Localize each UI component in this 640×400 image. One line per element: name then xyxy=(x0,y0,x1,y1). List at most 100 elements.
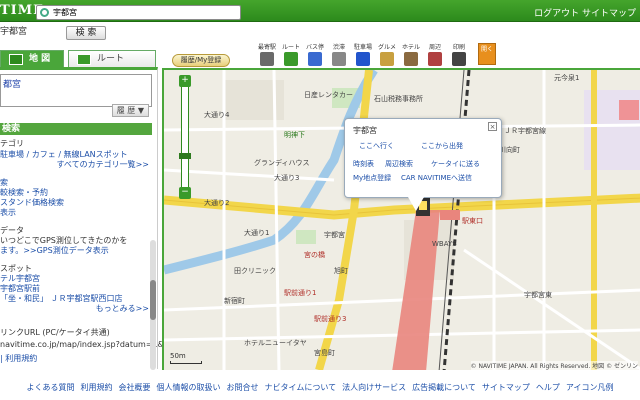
copyright-text: © NAVITIME JAPAN. All Rights Reserved. 地… xyxy=(470,361,638,370)
link-gas[interactable]: スタンド価格検索 xyxy=(0,198,64,208)
zoom-in-button[interactable]: + xyxy=(179,75,191,87)
print-icon xyxy=(452,52,466,66)
search-icon xyxy=(40,8,49,17)
footer-links: よくある質問 利用規約 会社概要 個人情報の取扱い お問合せ ナビタイムについて 法人向けサ… xyxy=(0,382,640,393)
register-spot-link[interactable]: My地点登録 xyxy=(353,173,391,183)
footer-link[interactable]: よくある質問 xyxy=(27,383,75,392)
tool-hotel[interactable]: ホテル xyxy=(400,42,422,66)
send-carnavi-link[interactable]: CAR NAVITIMEへ送信 xyxy=(401,173,472,183)
tab-map[interactable]: 地 図 xyxy=(0,50,64,68)
tab-route[interactable]: ルート xyxy=(68,50,156,68)
search-box[interactable] xyxy=(36,5,241,20)
footer-link[interactable]: 広告掲載について xyxy=(412,383,476,392)
footer-link[interactable]: 利用規約 xyxy=(81,383,113,392)
history-box[interactable]: 都宮 履 歴 ▼ xyxy=(0,74,152,117)
map-graphics[interactable] xyxy=(164,70,640,370)
traffic-icon xyxy=(332,52,346,66)
search-input[interactable] xyxy=(53,7,233,18)
footer-link[interactable]: 個人情報の取扱い xyxy=(157,383,221,392)
history-button[interactable]: 履 歴 ▼ xyxy=(111,104,149,117)
header-links[interactable]: ログアウト サイトマップ xyxy=(534,6,636,19)
map-icon xyxy=(9,54,23,65)
map-label: 大通り4 xyxy=(204,111,230,119)
link-search[interactable]: 索 xyxy=(0,178,8,188)
map-label: 大通り2 xyxy=(204,199,230,207)
gps-text: いつどこでGPS測位してきたのかを xyxy=(0,236,128,245)
map-label: 石山税務事務所 xyxy=(374,95,423,103)
popup-title: 宇都宮 xyxy=(353,126,377,135)
footer-link[interactable]: ヘルプ xyxy=(536,383,560,392)
start-here-link[interactable]: ここから出発 xyxy=(421,141,463,151)
close-icon[interactable]: × xyxy=(488,122,497,131)
history-text[interactable]: 都宮 xyxy=(3,77,21,90)
map-canvas[interactable]: + − 日産レンタカー 石山税務事務所 大通り4 グランディハウス 明神下 大通… xyxy=(162,68,640,370)
map-label: 駅前通り1 xyxy=(284,289,317,297)
map-label: 駅東口 xyxy=(462,217,483,225)
spot-link-1[interactable]: テル宇都宮 xyxy=(0,274,40,284)
link-display[interactable]: 表示 xyxy=(0,208,16,218)
tool-gourmet[interactable]: グルメ xyxy=(376,42,398,66)
nearby-icon xyxy=(428,52,442,66)
tool-traffic[interactable]: 渋滞 xyxy=(328,42,350,66)
gps-link[interactable]: ます。>>GPS測位データ表示 xyxy=(0,246,109,256)
spot-more-link[interactable]: もっとみる>> xyxy=(96,304,149,314)
park-area xyxy=(296,230,316,244)
zoom-out-button[interactable]: − xyxy=(179,187,191,199)
tab-route-label: ルート xyxy=(97,54,125,64)
link-url-text[interactable]: navitime.co.jp/map/index.jsp?datum=1&un xyxy=(0,340,174,350)
footer-link[interactable]: お問合せ xyxy=(227,383,259,392)
left-panel: 都宮 履 歴 ▼ 検索 テゴリ 駐車場 / カフェ / 無線LANスポット すべ… xyxy=(0,67,174,370)
tool-bus[interactable]: バス停 xyxy=(304,42,326,66)
tool-station[interactable]: 最寄駅 xyxy=(256,42,278,66)
nearby-search-link[interactable]: 周辺検索 xyxy=(385,159,413,169)
tool-label: 最寄駅 xyxy=(257,44,276,51)
map-label: 宮島町 xyxy=(314,349,335,357)
map-label: 川向町 xyxy=(499,146,520,154)
hotel-icon xyxy=(404,52,418,66)
send-mobile-link[interactable]: ケータイに送る xyxy=(431,159,480,169)
category-more-link[interactable]: すべてのカテゴリ一覧>> xyxy=(56,160,149,170)
tool-print[interactable]: 印刷 xyxy=(448,42,470,66)
footer-link[interactable]: 会社概要 xyxy=(119,383,151,392)
footer-link[interactable]: サイトマップ xyxy=(482,383,530,392)
open-dropdown-button[interactable]: 開く xyxy=(478,43,496,65)
data-title: データ xyxy=(0,226,24,235)
map-label: グランディハウス xyxy=(254,159,310,167)
footer-link[interactable]: 法人向けサービス xyxy=(342,383,406,392)
parking-icon xyxy=(356,52,370,66)
spot-link-3[interactable]: 「坐・和民」 ＪＲ宇都宮駅西口店 xyxy=(0,294,123,304)
link-compare[interactable]: 較検索・予約 xyxy=(0,188,48,198)
map-toolbar: 履歴/My登録 最寄駅 ルート バス停 渋滞 駐車場 グルメ ホテル 周辺 印刷 開く xyxy=(160,40,640,68)
tool-nearby[interactable]: 周辺 xyxy=(424,42,446,66)
go-here-link[interactable]: ここへ行く xyxy=(359,141,394,151)
current-location-label: 宇都宮 xyxy=(0,27,28,37)
mylist-button[interactable]: 履歴/My登録 xyxy=(172,54,230,67)
map-label: 宇都宮 xyxy=(324,231,345,239)
scale-label: 50m xyxy=(170,352,186,360)
category-title: テゴリ xyxy=(0,139,24,148)
footer-link[interactable]: アイコン凡例 xyxy=(566,383,614,392)
tool-route[interactable]: ルート xyxy=(280,42,302,66)
terms-link[interactable]: | 利用規約 xyxy=(0,354,37,364)
station-icon xyxy=(260,52,274,66)
spot-link-2[interactable]: 宇都宮駅前 xyxy=(0,284,40,294)
map-label: 元今泉1 xyxy=(554,74,580,82)
page: TIME ログアウト サイトマップ 宇都宮 検 索 地 図 ルート 都宮 履 歴… xyxy=(0,0,640,400)
gourmet-icon xyxy=(380,52,394,66)
search-button[interactable]: 検 索 xyxy=(66,26,106,40)
zoom-slider[interactable]: + − xyxy=(179,75,191,199)
category-links[interactable]: 駐車場 / カフェ / 無線LANスポット xyxy=(0,150,128,160)
zoom-handle[interactable] xyxy=(179,153,191,159)
timetable-link[interactable]: 時刻表 xyxy=(353,159,374,169)
spot-title: スポット xyxy=(0,264,32,273)
scrollbar-thumb[interactable] xyxy=(150,280,156,320)
info-popup: 宇都宮 × ここへ行く ここから出発 時刻表 周辺検索 ケータイに送る My地点… xyxy=(344,118,502,211)
panel-scrollbar[interactable] xyxy=(150,240,156,370)
tool-parking[interactable]: 駐車場 xyxy=(352,42,374,66)
tool-label: 周辺 xyxy=(428,44,441,51)
map-label: 日産レンタカー xyxy=(304,91,353,99)
footer-link[interactable]: ナビタイムについて xyxy=(265,383,337,392)
map-label: 旭町 xyxy=(334,267,348,275)
map-label: ＪＲ宇都宮線 xyxy=(504,127,546,135)
map-label: 宮の橋 xyxy=(304,251,325,259)
